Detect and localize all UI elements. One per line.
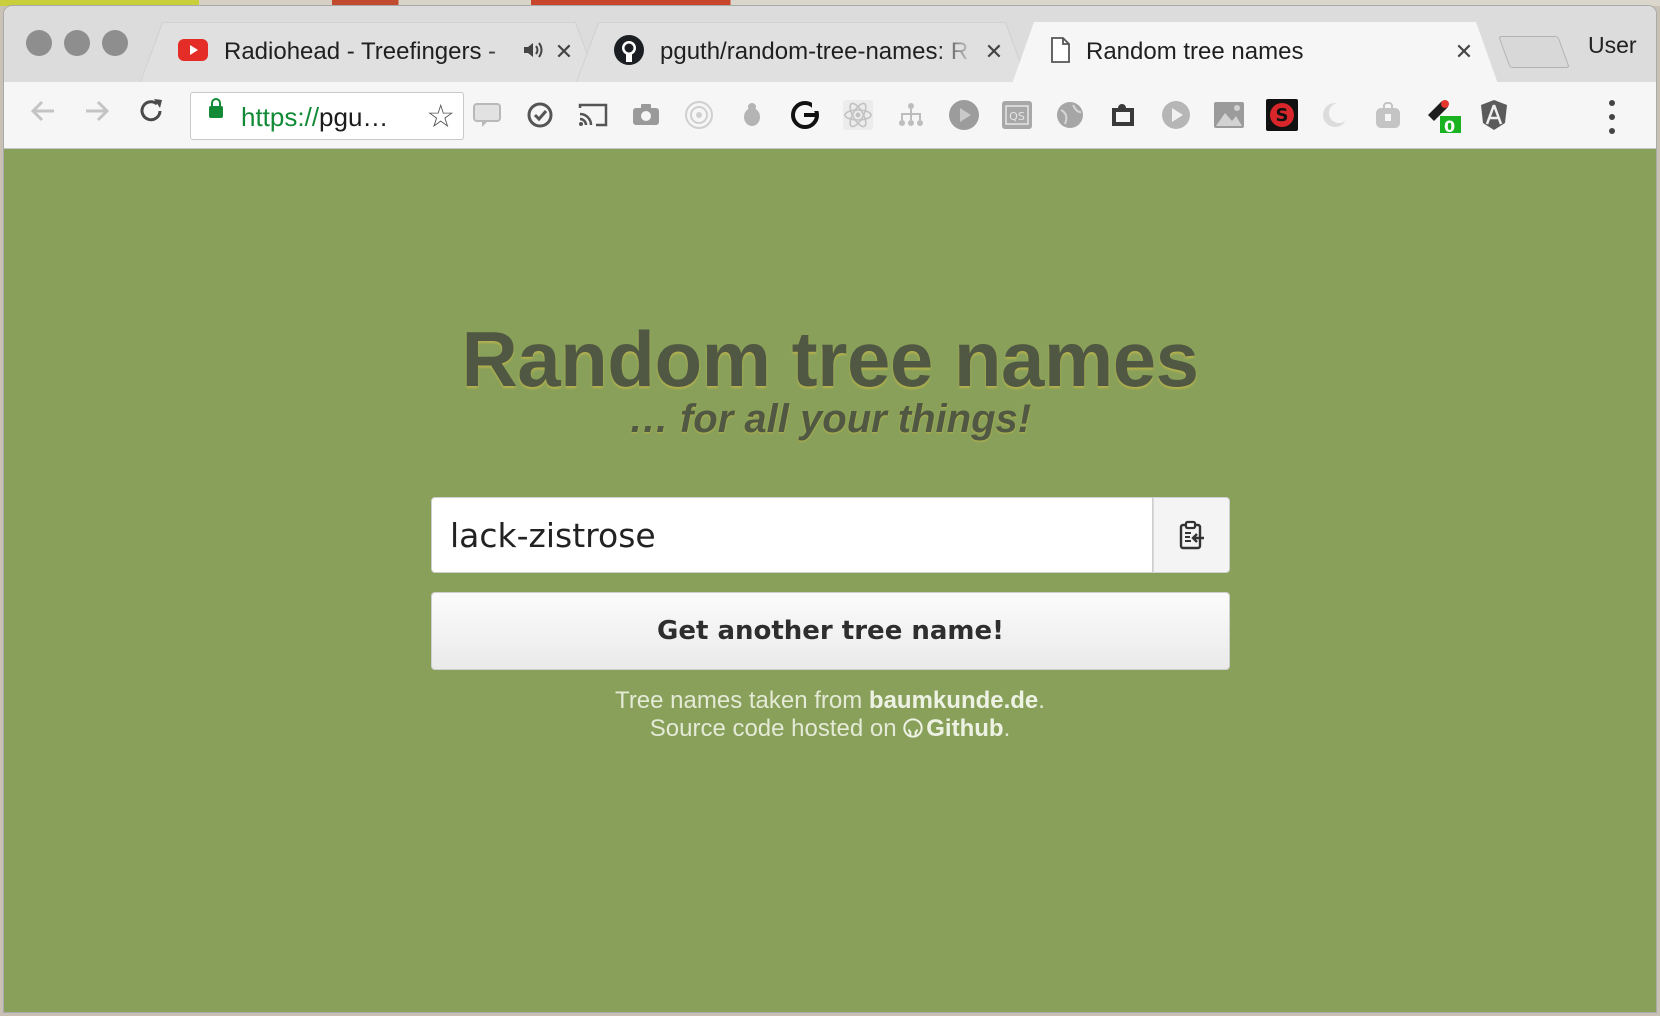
secure-lock-icon <box>209 98 223 118</box>
bookmark-star-icon[interactable]: ☆ <box>426 97 455 135</box>
page-subtitle: … for all your things! <box>628 397 1032 441</box>
browser-toolbar: https://pgu… ☆ QS S 0 <box>4 82 1656 149</box>
hierarchy-extension-icon[interactable] <box>894 98 928 132</box>
clipboard-icon <box>1179 520 1204 550</box>
tree-name-field[interactable] <box>431 497 1153 573</box>
grammarly-extension-icon[interactable] <box>788 98 822 132</box>
crescent-extension-icon[interactable] <box>1318 98 1352 132</box>
footer-credits: Tree names taken from baumkunde.de. <box>615 687 1045 714</box>
window-minimize-button[interactable] <box>64 30 90 56</box>
profile-button[interactable]: User <box>1588 32 1637 59</box>
window-zoom-button[interactable] <box>102 30 128 56</box>
close-icon[interactable]: ✕ <box>1452 39 1476 65</box>
angular-extension-icon[interactable] <box>1477 98 1511 132</box>
media-play-extension-icon[interactable] <box>1159 98 1193 132</box>
github-icon <box>903 718 923 738</box>
lock-extension-icon[interactable] <box>1371 98 1405 132</box>
tab-title: Radiohead - Treefingers - <box>224 38 497 65</box>
back-arrow-icon <box>30 100 54 122</box>
baumkunde-link[interactable]: baumkunde.de <box>869 687 1038 714</box>
copy-to-clipboard-button[interactable] <box>1153 497 1230 573</box>
tab-strip: Radiohead - Treefingers - ✕ pguth/random… <box>4 6 1656 82</box>
address-bar[interactable]: https://pgu… ☆ <box>190 92 464 140</box>
extension-badge: 0 <box>1444 117 1456 136</box>
svg-text:S: S <box>1276 105 1289 126</box>
eyedropper-extension-icon[interactable]: 0 <box>1424 98 1464 136</box>
window-close-button[interactable] <box>26 30 52 56</box>
play-extension-icon[interactable] <box>947 98 981 132</box>
forward-arrow-icon <box>86 100 110 122</box>
react-devtools-icon[interactable] <box>841 98 875 132</box>
get-another-tree-name-button[interactable]: Get another tree name! <box>431 592 1230 670</box>
image-extension-icon[interactable] <box>1212 98 1246 132</box>
reload-button[interactable] <box>130 94 172 136</box>
bug-extension-icon[interactable] <box>735 98 769 132</box>
browser-menu-button[interactable] <box>1607 100 1617 134</box>
s-extension-icon[interactable]: S <box>1265 98 1299 132</box>
target-extension-icon[interactable] <box>682 98 716 132</box>
sync-extension-icon[interactable] <box>523 98 557 132</box>
tab-title: Random tree names <box>1086 38 1304 65</box>
globe-extension-icon[interactable] <box>1053 98 1087 132</box>
footer-source: Source code hosted on Github. <box>649 715 1011 742</box>
close-icon[interactable]: ✕ <box>552 39 576 65</box>
url-text: https://pgu… <box>241 102 389 132</box>
github-link[interactable]: Github <box>926 715 1003 742</box>
tab-radiohead[interactable]: Radiohead - Treefingers - ✕ <box>140 22 598 82</box>
new-tab-button[interactable] <box>1498 36 1570 68</box>
page-content: Random tree names … for all your things!… <box>4 149 1656 1012</box>
tab-github[interactable]: pguth/random-tree-names: R ✕ <box>576 22 1028 82</box>
forward-button[interactable] <box>76 94 118 136</box>
page-title: Random tree names <box>461 315 1199 403</box>
github-icon <box>614 35 644 70</box>
back-button[interactable] <box>22 94 64 136</box>
youtube-icon <box>178 39 208 66</box>
camera-extension-icon[interactable] <box>629 98 663 132</box>
puzzle-extension-icon[interactable] <box>1106 98 1140 132</box>
tab-title: pguth/random-tree-names: R <box>660 38 969 65</box>
qs-extension-icon[interactable]: QS <box>1000 98 1034 132</box>
browser-window: Radiohead - Treefingers - ✕ pguth/random… <box>4 6 1656 1012</box>
close-icon[interactable]: ✕ <box>982 39 1006 65</box>
tab-random-tree-names[interactable]: Random tree names ✕ <box>1012 22 1498 84</box>
footer: Tree names taken from baumkunde.de. Sour… <box>4 687 1656 743</box>
speaker-icon[interactable] <box>522 40 544 65</box>
cast-icon[interactable] <box>576 98 610 132</box>
page-icon <box>1050 37 1070 68</box>
comment-extension-icon[interactable] <box>470 98 504 132</box>
reload-icon <box>140 99 162 122</box>
svg-text:QS: QS <box>1009 110 1025 123</box>
